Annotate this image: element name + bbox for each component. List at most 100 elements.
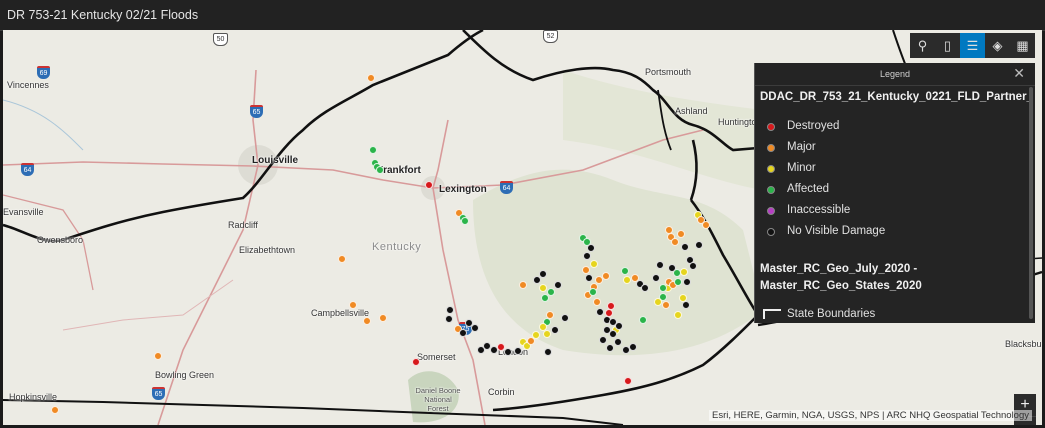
place-label: Bowling Green	[155, 370, 215, 380]
place-label: Campbellsville	[311, 308, 370, 318]
damage-point-marker[interactable]	[606, 344, 614, 352]
damage-point-marker[interactable]	[674, 278, 682, 286]
damage-point-marker[interactable]	[674, 311, 682, 319]
damage-point-marker[interactable]	[546, 311, 554, 319]
map-view[interactable]: Vincennes Louisville Frankfort Lexington…	[3, 30, 1042, 425]
legend-swatch	[767, 165, 775, 173]
route-shield-icon: 65	[152, 387, 165, 400]
damage-point-marker[interactable]	[679, 294, 687, 302]
damage-point-marker[interactable]	[599, 336, 607, 344]
damage-point-marker[interactable]	[561, 314, 569, 322]
place-label: Corbin	[488, 387, 515, 397]
damage-point-marker[interactable]	[338, 255, 346, 263]
damage-point-marker[interactable]	[652, 274, 660, 282]
damage-point-marker[interactable]	[641, 284, 649, 292]
damage-point-marker[interactable]	[623, 276, 631, 284]
damage-point-marker[interactable]	[379, 314, 387, 322]
route-shield-icon: 64	[500, 181, 513, 194]
damage-point-marker[interactable]	[656, 261, 664, 269]
damage-point-marker[interactable]	[639, 316, 647, 324]
damage-point-marker[interactable]	[602, 272, 610, 280]
damage-point-marker[interactable]	[363, 317, 371, 325]
damage-point-marker[interactable]	[412, 358, 420, 366]
route-shield-icon: 64	[21, 163, 34, 176]
place-label: Somerset	[417, 352, 456, 362]
damage-point-marker[interactable]	[609, 330, 617, 338]
damage-point-marker[interactable]	[446, 306, 454, 314]
damage-point-marker[interactable]	[547, 288, 555, 296]
damage-point-marker[interactable]	[590, 260, 598, 268]
layers-icon[interactable]: ◈	[985, 33, 1010, 58]
damage-point-marker[interactable]	[689, 262, 697, 270]
damage-point-marker[interactable]	[624, 377, 632, 385]
search-icon[interactable]: ⚲	[910, 33, 935, 58]
damage-point-marker[interactable]	[349, 301, 357, 309]
damage-point-marker[interactable]	[514, 347, 522, 355]
basemap-gallery-icon[interactable]: ▦	[1010, 33, 1035, 58]
damage-point-marker[interactable]	[683, 278, 691, 286]
damage-point-marker[interactable]	[615, 322, 623, 330]
legend-layer-line: Master_RC_Geo_States_2020	[760, 280, 922, 292]
place-label: Portsmouth	[645, 67, 692, 77]
damage-point-marker[interactable]	[614, 338, 622, 346]
damage-point-marker[interactable]	[367, 74, 375, 82]
damage-point-marker[interactable]	[582, 266, 590, 274]
app-title-bar: DR 753-21 Kentucky 02/21 Floods	[0, 0, 1045, 31]
damage-point-marker[interactable]	[589, 288, 597, 296]
damage-point-marker[interactable]	[551, 326, 559, 334]
damage-point-marker[interactable]	[544, 348, 552, 356]
damage-point-marker[interactable]	[702, 221, 710, 229]
damage-point-marker[interactable]	[677, 230, 685, 238]
close-icon[interactable]: ✕	[1013, 65, 1025, 82]
damage-point-marker[interactable]	[682, 301, 690, 309]
forest-label: Daniel Boone National Forest	[415, 386, 461, 413]
damage-point-marker[interactable]	[587, 244, 595, 252]
damage-point-marker[interactable]	[668, 264, 676, 272]
legend-title: Legend	[879, 69, 911, 79]
legend-item-label: Inaccessible	[787, 204, 851, 216]
legend-item-label: State Boundaries	[787, 308, 876, 320]
legend-item-label: Major	[787, 141, 816, 153]
damage-point-marker[interactable]	[154, 352, 162, 360]
damage-point-marker[interactable]	[583, 252, 591, 260]
damage-point-marker[interactable]	[471, 324, 479, 332]
damage-point-marker[interactable]	[369, 146, 377, 154]
damage-point-marker[interactable]	[543, 330, 551, 338]
damage-point-marker[interactable]	[461, 217, 469, 225]
damage-point-marker[interactable]	[459, 329, 467, 337]
damage-point-marker[interactable]	[662, 301, 670, 309]
damage-point-marker[interactable]	[681, 243, 689, 251]
damage-point-marker[interactable]	[539, 270, 547, 278]
legend-item: State Boundaries	[763, 308, 875, 320]
damage-point-marker[interactable]	[585, 274, 593, 282]
damage-point-marker[interactable]	[659, 284, 667, 292]
legend-item-label: Minor	[787, 162, 816, 174]
damage-point-marker[interactable]	[504, 348, 512, 356]
route-shield-icon: 52	[543, 30, 558, 43]
legend-scrollbar[interactable]	[1029, 87, 1033, 319]
damage-point-marker[interactable]	[695, 241, 703, 249]
damage-point-marker[interactable]	[425, 181, 433, 189]
damage-point-marker[interactable]	[607, 302, 615, 310]
terrain-shading	[563, 70, 763, 190]
damage-point-marker[interactable]	[680, 268, 688, 276]
damage-point-marker[interactable]	[621, 267, 629, 275]
damage-point-marker[interactable]	[554, 281, 562, 289]
damage-point-marker[interactable]	[605, 309, 613, 317]
damage-point-marker[interactable]	[51, 406, 59, 414]
damage-point-marker[interactable]	[445, 315, 453, 323]
damage-point-marker[interactable]	[376, 166, 384, 174]
damage-point-marker[interactable]	[596, 308, 604, 316]
bookmark-icon[interactable]: ▯	[935, 33, 960, 58]
damage-point-marker[interactable]	[519, 281, 527, 289]
legend-icon[interactable]: ☰	[960, 33, 985, 58]
damage-point-marker[interactable]	[654, 298, 662, 306]
legend-swatch	[767, 144, 775, 152]
damage-point-marker[interactable]	[671, 238, 679, 246]
damage-point-marker[interactable]	[532, 331, 540, 339]
damage-point-marker[interactable]	[593, 298, 601, 306]
legend-swatch	[767, 207, 775, 215]
legend-item-label: Affected	[787, 183, 829, 195]
damage-point-marker[interactable]	[539, 284, 547, 292]
damage-point-marker[interactable]	[629, 343, 637, 351]
